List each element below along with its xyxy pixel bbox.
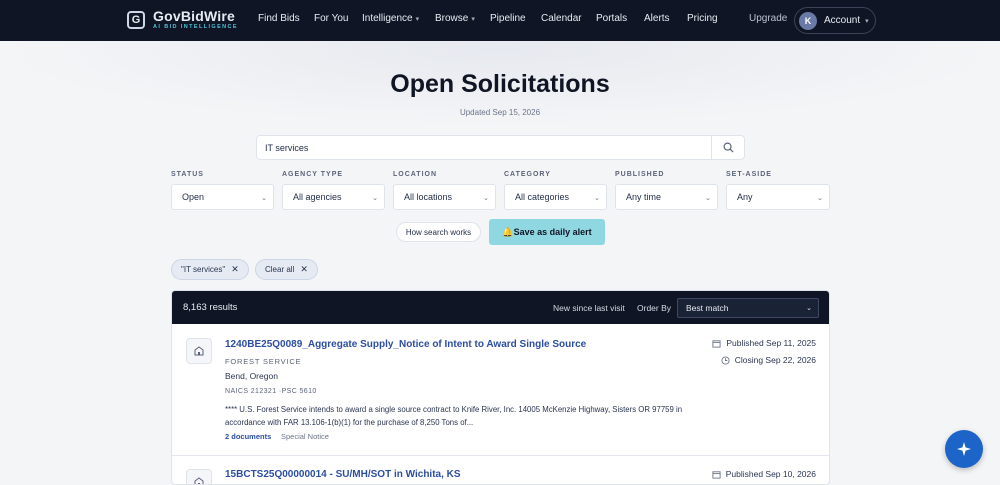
result-card[interactable]: 15BCTS25Q00000014 - SU/MH/SOT in Wichita… [172, 456, 829, 484]
filter-published-label: PUBLISHED [615, 171, 665, 178]
ai-assistant-button[interactable] [945, 430, 983, 468]
page-title: Open Solicitations [390, 70, 610, 98]
result-codes: NAICS 212321 ·PSC 5610 [225, 388, 317, 395]
top-navbar: G GovBidWire AI BID INTELLIGENCE Find Bi… [0, 0, 1000, 41]
result-closing-date: Closing Sep 22, 2026 [721, 355, 816, 365]
result-description: **** U.S. Forest Service intends to awar… [225, 405, 683, 427]
nav-alerts[interactable]: Alerts [644, 13, 670, 24]
account-menu[interactable]: K Account ▾ [794, 7, 876, 34]
avatar: K [799, 11, 817, 30]
filter-location-select[interactable]: All locations ⌄ [393, 184, 496, 210]
brand-name: GovBidWire [153, 8, 235, 24]
chevron-down-icon: ⌄ [817, 195, 823, 202]
sort-select[interactable]: Best match ⌄ [677, 298, 819, 318]
filter-published-select[interactable]: Any time ⌄ [615, 184, 718, 210]
nav-pipeline[interactable]: Pipeline [490, 13, 526, 24]
nav-intelligence[interactable]: Intelligence ▾ [362, 13, 419, 24]
sparkle-icon [957, 442, 971, 456]
result-title-link[interactable]: 15BCTS25Q00000014 - SU/MH/SOT in Wichita… [225, 469, 461, 480]
how-search-works-button[interactable]: How search works [396, 222, 481, 242]
filter-status-select[interactable]: Open ⌄ [171, 184, 274, 210]
clock-icon [721, 355, 730, 365]
chevron-down-icon: ▾ [471, 16, 475, 23]
filter-category-label: CATEGORY [504, 171, 551, 178]
search-input[interactable] [257, 136, 712, 159]
results-count: 8,163 results [183, 302, 238, 313]
building-icon [186, 338, 212, 364]
save-daily-alert-button[interactable]: 🔔Save as daily alert [489, 219, 605, 245]
result-location: Bend, Oregon [225, 371, 278, 381]
chevron-down-icon: ▾ [415, 16, 420, 23]
close-icon[interactable]: ✕ [231, 264, 239, 275]
order-by-label: Order By [637, 303, 672, 313]
result-published-date: Published Sep 11, 2025 [712, 338, 816, 348]
brand-logo[interactable]: G GovBidWire AI BID INTELLIGENCE [127, 9, 238, 31]
brand-tagline: AI BID INTELLIGENCE [153, 24, 238, 30]
chevron-down-icon: ⌄ [806, 305, 812, 312]
chevron-down-icon: ▾ [865, 17, 869, 25]
query-chip[interactable]: "IT services" ✕ [171, 259, 249, 280]
nav-portals[interactable]: Portals [596, 13, 627, 24]
nav-for-you[interactable]: For You [314, 13, 348, 24]
calendar-icon [712, 339, 721, 348]
chevron-down-icon: ⌄ [372, 195, 378, 202]
result-title-link[interactable]: 1240BE25Q0089_Aggregate Supply_Notice of… [225, 339, 586, 350]
filter-location-label: LOCATION [393, 171, 438, 178]
filter-status-label: STATUS [171, 171, 204, 178]
filter-category-select[interactable]: All categories ⌄ [504, 184, 607, 210]
search-bar [256, 135, 745, 160]
result-notice-type: Special Notice [281, 432, 329, 441]
new-since-last-visit-toggle[interactable]: New since last visit [553, 303, 625, 313]
chevron-down-icon: ⌄ [705, 195, 711, 202]
search-button[interactable] [711, 136, 744, 159]
search-icon [723, 142, 734, 153]
chevron-down-icon: ⌄ [594, 195, 600, 202]
result-documents-link[interactable]: 2 documents [225, 432, 271, 441]
result-published-date: Published Sep 10, 2026 [712, 469, 816, 479]
chevron-down-icon: ⌄ [483, 195, 489, 202]
building-icon [186, 469, 212, 484]
logo-mark-icon: G [127, 10, 145, 29]
result-agency: FOREST SERVICE [225, 357, 302, 366]
result-card[interactable]: 1240BE25Q0089_Aggregate Supply_Notice of… [172, 324, 829, 456]
close-icon[interactable]: ✕ [300, 264, 308, 275]
filter-agency-type-label: AGENCY TYPE [282, 171, 344, 178]
results-panel: 8,163 results New since last visit Order… [171, 290, 830, 485]
results-header: 8,163 results New since last visit Order… [172, 291, 829, 324]
filter-set-aside-select[interactable]: Any ⌄ [726, 184, 830, 210]
clear-all-chip[interactable]: Clear all ✕ [255, 259, 318, 280]
nav-browse[interactable]: Browse ▾ [435, 13, 475, 24]
filter-agency-type-select[interactable]: All agencies ⌄ [282, 184, 385, 210]
updated-timestamp: Updated Sep 15, 2026 [459, 108, 541, 117]
calendar-icon [712, 470, 721, 479]
upgrade-link[interactable]: Upgrade [749, 13, 787, 24]
nav-find-bids[interactable]: Find Bids [258, 13, 300, 24]
chevron-down-icon: ⌄ [261, 195, 267, 202]
nav-calendar[interactable]: Calendar [541, 13, 582, 24]
nav-pricing[interactable]: Pricing [687, 13, 718, 24]
account-label: Account [824, 15, 861, 26]
filter-set-aside-label: SET-ASIDE [726, 171, 772, 178]
